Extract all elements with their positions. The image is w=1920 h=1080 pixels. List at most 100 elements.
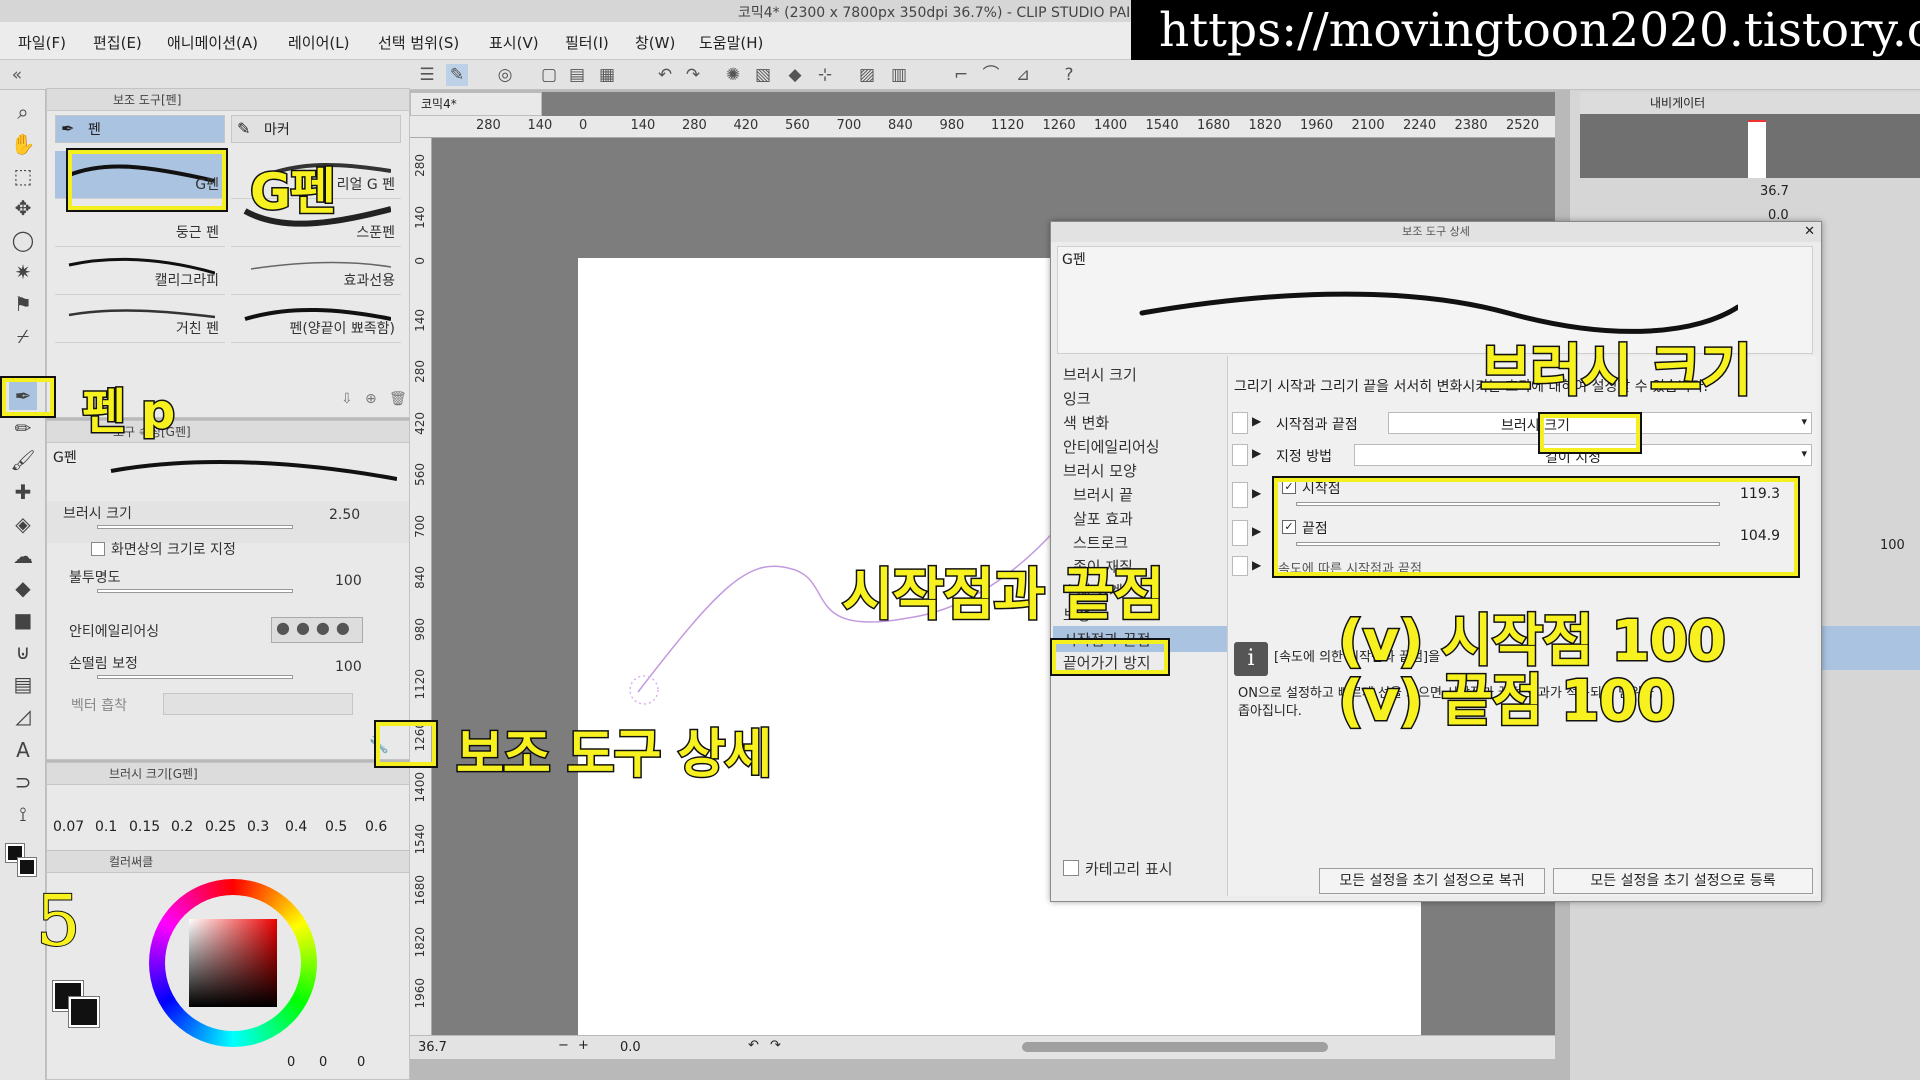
- undo-icon[interactable]: ↶: [654, 64, 676, 86]
- brush-effect-line[interactable]: 효과선용: [231, 247, 401, 295]
- size-6[interactable]: 0.4: [285, 819, 307, 835]
- eraser-select-icon[interactable]: ⚑: [9, 290, 37, 318]
- brush-size-value[interactable]: 2.50: [329, 507, 360, 523]
- snap-ruler-icon[interactable]: ⌐: [950, 64, 972, 86]
- size-2[interactable]: 0.15: [129, 819, 160, 835]
- size-8[interactable]: 0.6: [365, 819, 387, 835]
- move-layer-icon[interactable]: ✥: [9, 194, 37, 222]
- menu-animation[interactable]: 애니메이션(A): [167, 32, 258, 53]
- eraser-icon[interactable]: ◈: [9, 510, 37, 538]
- close-icon[interactable]: ✕: [1804, 224, 1815, 239]
- brush-size-slider[interactable]: [97, 525, 293, 529]
- size-0[interactable]: 0.07: [53, 819, 84, 835]
- snap-special-ruler-icon[interactable]: ⌒: [980, 64, 1002, 86]
- balloon-icon[interactable]: ⊃: [9, 768, 37, 796]
- category-brush-tip[interactable]: 브러시 끝: [1073, 484, 1133, 505]
- menu-layer[interactable]: 레이어(L): [288, 32, 349, 53]
- row1-pressure-toggle[interactable]: [1232, 412, 1248, 434]
- brush-rough-pen[interactable]: 거친 펜: [55, 295, 225, 343]
- size-4[interactable]: 0.25: [205, 819, 236, 835]
- transform-icon[interactable]: ⊹: [814, 64, 836, 86]
- copy-subtool-icon[interactable]: ⇩: [341, 391, 353, 407]
- brush-pointed-pen[interactable]: 펜(양끝이 뾰족함): [231, 295, 401, 343]
- airbrush-icon[interactable]: ✚: [9, 478, 37, 506]
- rotate-right-icon[interactable]: ↷: [770, 1038, 781, 1053]
- delete-subtool-icon[interactable]: 🗑: [389, 391, 407, 407]
- stabilization-value[interactable]: 100: [335, 659, 362, 675]
- row2-pressure-toggle[interactable]: [1232, 444, 1248, 466]
- brush-calligraphy[interactable]: 캘리그라피: [55, 247, 225, 295]
- magic-wand-icon[interactable]: ✷: [9, 258, 37, 286]
- row5-pressure-toggle[interactable]: [1232, 556, 1248, 576]
- snap-icon[interactable]: ▥: [888, 64, 910, 86]
- rotation-value[interactable]: 0.0: [620, 1040, 641, 1055]
- category-spray[interactable]: 살포 효과: [1073, 508, 1133, 529]
- zoom-value[interactable]: 36.7: [418, 1040, 447, 1055]
- blend-icon[interactable]: ☁: [9, 542, 37, 570]
- fill-icon[interactable]: ▧: [752, 64, 774, 86]
- save-icon[interactable]: ▦: [596, 64, 618, 86]
- menu-selection[interactable]: 선택 범위(S): [378, 32, 459, 53]
- opacity-value[interactable]: 100: [335, 573, 362, 589]
- menu-help[interactable]: 도움말(H): [699, 32, 763, 53]
- zoom-out-icon[interactable]: −: [558, 1038, 569, 1053]
- zoom-tool-icon[interactable]: ⌕: [9, 98, 37, 126]
- bucket-icon[interactable]: ◆: [784, 64, 806, 86]
- size-3[interactable]: 0.2: [171, 819, 193, 835]
- category-antialias[interactable]: 안티에일리어싱: [1063, 436, 1160, 457]
- size-5[interactable]: 0.3: [247, 819, 269, 835]
- row2-expand-icon[interactable]: ▶: [1252, 446, 1261, 460]
- menu-window[interactable]: 창(W): [635, 32, 675, 53]
- zoom-in-icon[interactable]: +: [578, 1038, 589, 1053]
- color-square[interactable]: [189, 919, 277, 1007]
- horizontal-scrollbar[interactable]: [1022, 1042, 1328, 1052]
- new-file-icon[interactable]: ▢: [538, 64, 560, 86]
- category-color-jitter[interactable]: 색 변화: [1063, 412, 1109, 433]
- navigator-preview[interactable]: [1580, 114, 1920, 178]
- layer-property-icon[interactable]: ✎: [446, 64, 468, 86]
- lasso-icon[interactable]: ◯: [9, 226, 37, 254]
- show-category-checkbox[interactable]: [1063, 860, 1079, 876]
- clear-icon[interactable]: ✺: [722, 64, 744, 86]
- frame-icon[interactable]: ▤: [9, 670, 37, 698]
- selected-layer[interactable]: [1810, 626, 1920, 670]
- figure-icon[interactable]: ⊍: [9, 638, 37, 666]
- menu-filter[interactable]: 필터(I): [565, 32, 609, 53]
- category-brush-size[interactable]: 브러시 크기: [1063, 364, 1137, 385]
- snap-grid-icon[interactable]: ⊿: [1012, 64, 1034, 86]
- open-file-icon[interactable]: ▤: [566, 64, 588, 86]
- category-ink[interactable]: 잉크: [1063, 388, 1091, 409]
- document-tab[interactable]: 코믹4*: [410, 92, 542, 116]
- hamburger-menu-icon[interactable]: ☰: [416, 64, 438, 86]
- sub-color-swatch[interactable]: [17, 857, 37, 877]
- rotate-left-icon[interactable]: ↶: [748, 1038, 759, 1053]
- fill-tool-icon[interactable]: ◆: [9, 574, 37, 602]
- row4-expand-icon[interactable]: ▶: [1252, 524, 1261, 538]
- antialias-selector[interactable]: ●●●●: [271, 617, 363, 643]
- pen-pressure-icon[interactable]: ◎: [494, 64, 516, 86]
- brush-tool-icon[interactable]: 🖌: [9, 446, 37, 474]
- vector-selector[interactable]: [163, 693, 353, 715]
- opacity-slider[interactable]: [97, 589, 293, 593]
- menu-edit[interactable]: 편집(E): [93, 32, 142, 53]
- menu-file[interactable]: 파일(F): [18, 32, 66, 53]
- screen-size-checkbox[interactable]: [91, 542, 105, 556]
- redo-icon[interactable]: ↷: [682, 64, 704, 86]
- color-wheel[interactable]: [149, 879, 317, 1047]
- row3-pressure-toggle[interactable]: [1232, 482, 1248, 508]
- grid-icon[interactable]: ▨: [856, 64, 878, 86]
- hand-tool-icon[interactable]: ✋: [9, 130, 37, 158]
- new-subtool-icon[interactable]: ⊕: [365, 391, 377, 407]
- category-brush-shape[interactable]: 브러시 모양: [1063, 460, 1137, 481]
- row3-expand-icon[interactable]: ▶: [1252, 486, 1261, 500]
- register-initial-settings-button[interactable]: 모든 설정을 초기 설정으로 등록: [1553, 868, 1813, 894]
- reset-all-settings-button[interactable]: 모든 설정을 초기 설정으로 복귀: [1319, 868, 1545, 894]
- collapse-left-icon[interactable]: «: [6, 64, 28, 86]
- row1-expand-icon[interactable]: ▶: [1252, 414, 1261, 428]
- correct-line-icon[interactable]: ⟟: [9, 800, 37, 828]
- help-icon[interactable]: ?: [1058, 64, 1080, 86]
- menu-view[interactable]: 표시(V): [489, 32, 539, 53]
- size-1[interactable]: 0.1: [95, 819, 117, 835]
- row5-expand-icon[interactable]: ▶: [1252, 558, 1261, 572]
- size-7[interactable]: 0.5: [325, 819, 347, 835]
